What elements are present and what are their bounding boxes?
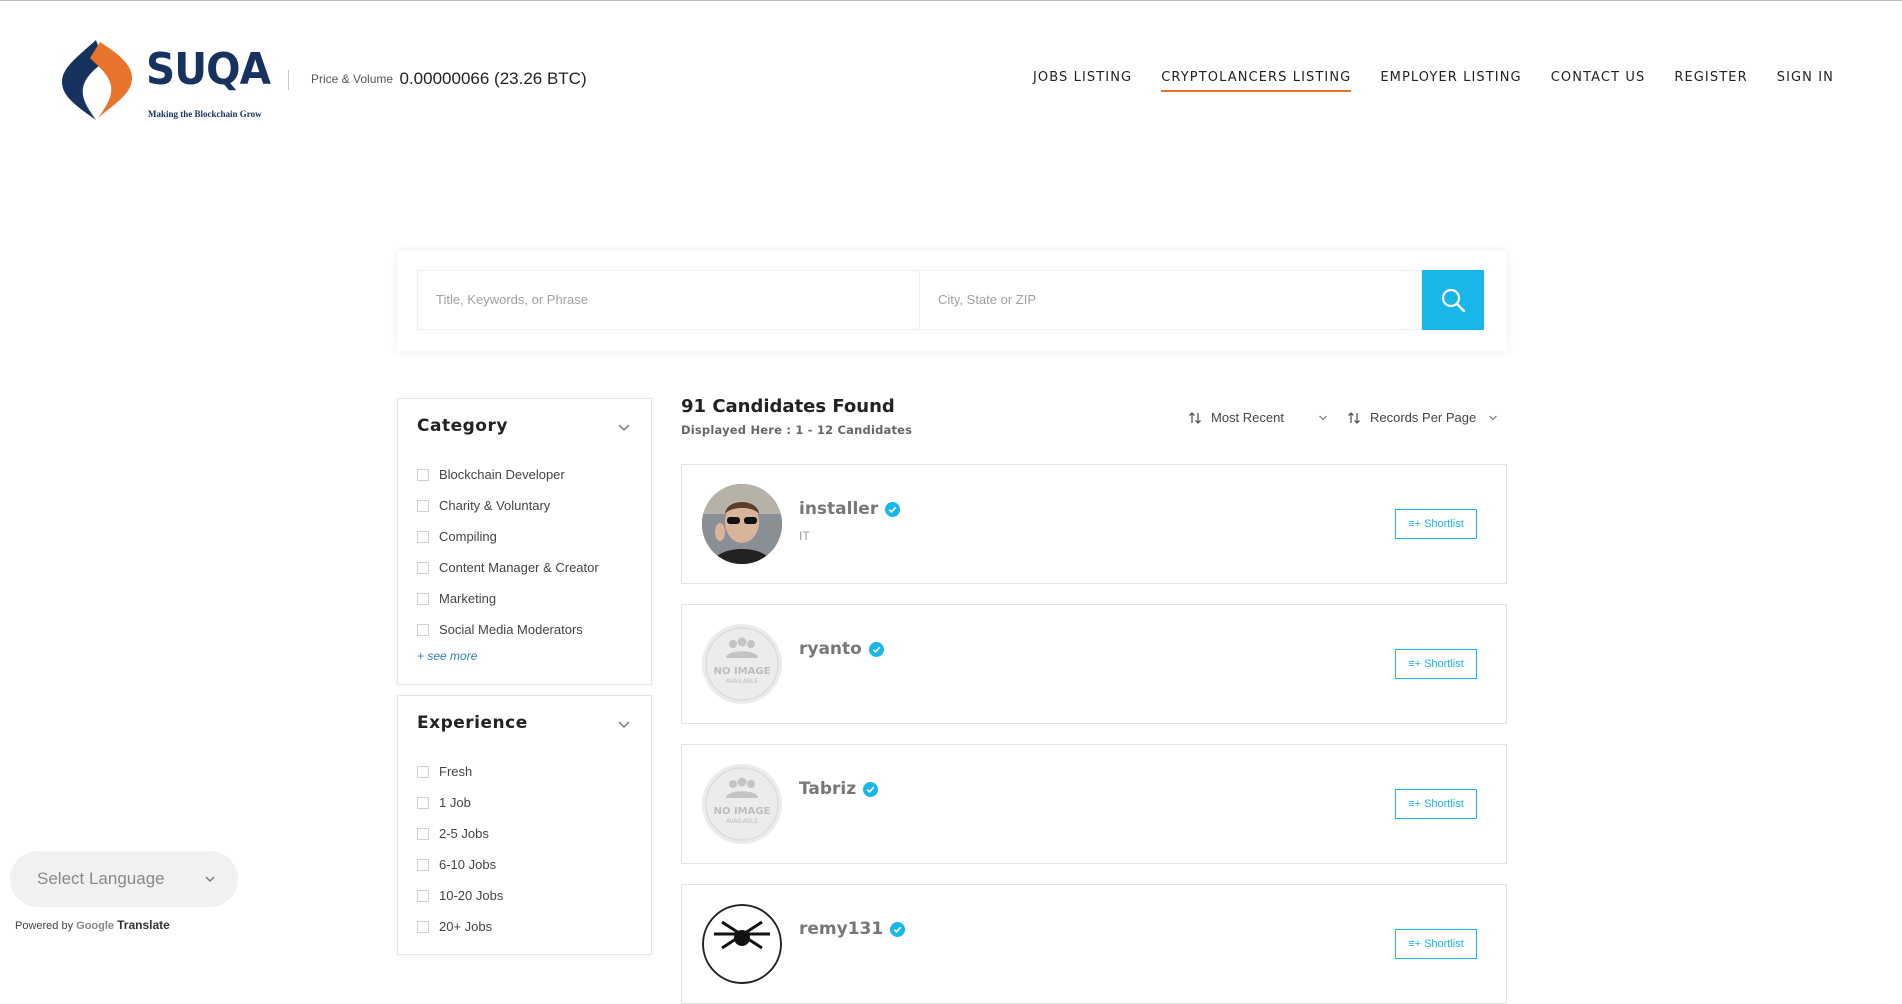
sort-icon	[1189, 411, 1201, 424]
chevron-down-icon	[205, 876, 215, 882]
no-image-subtext: AVAILABLE	[726, 818, 758, 825]
shortlist-button[interactable]: ≡+ Shortlist	[1395, 929, 1477, 959]
category-option[interactable]: Content Manager & Creator	[417, 552, 599, 583]
google-logo[interactable]: Google	[76, 920, 114, 932]
candidate-name[interactable]: Tabriz	[799, 779, 879, 799]
checkbox[interactable]	[417, 796, 429, 809]
shortlist-button[interactable]: ≡+ Shortlist	[1395, 509, 1477, 539]
checkbox[interactable]	[417, 920, 429, 933]
checkbox[interactable]	[417, 499, 429, 512]
category-title: Category	[417, 416, 508, 436]
language-select-label: Select Language	[37, 869, 165, 888]
checkbox[interactable]	[417, 468, 429, 481]
candidate-card: NO IMAGE AVAILABLE ryanto ≡+ Shortlist	[681, 604, 1507, 724]
candidate-name[interactable]: ryanto	[799, 639, 884, 659]
checkbox[interactable]	[417, 623, 429, 636]
experience-option[interactable]: 6-10 Jobs	[417, 849, 503, 880]
candidate-category: IT	[799, 529, 810, 543]
per-page-label: Records Per Page	[1370, 410, 1477, 425]
logo-wordmark: SUQA	[146, 44, 271, 95]
checkbox[interactable]	[417, 561, 429, 574]
checkbox[interactable]	[417, 889, 429, 902]
logo-mark-icon	[62, 40, 132, 120]
shortlist-button[interactable]: ≡+ Shortlist	[1395, 789, 1477, 819]
checkbox[interactable]	[417, 858, 429, 871]
search-box: Title, Keywords, or Phrase City, State o…	[397, 250, 1507, 351]
user-logo-icon	[702, 904, 782, 984]
nav-employer-listing[interactable]: EMPLOYER LISTING	[1380, 70, 1521, 92]
category-option[interactable]: Compiling	[417, 521, 599, 552]
candidate-card: installer IT ≡+ Shortlist	[681, 464, 1507, 584]
checkbox[interactable]	[417, 592, 429, 605]
price-label: Price & Volume	[311, 72, 394, 86]
experience-option[interactable]: 1 Job	[417, 787, 503, 818]
candidate-name[interactable]: remy131	[799, 919, 906, 939]
no-image-text: NO IMAGE	[714, 666, 771, 677]
candidate-card: remy131 ≡+ Shortlist	[681, 884, 1507, 1004]
experience-option[interactable]: 10-20 Jobs	[417, 880, 503, 911]
logo-tagline: Making the Blockchain Grow	[148, 109, 262, 119]
candidate-card: NO IMAGE AVAILABLE Tabriz ≡+ Shortlist	[681, 744, 1507, 864]
language-select[interactable]: Select Language	[10, 851, 238, 907]
category-option[interactable]: Charity & Voluntary	[417, 490, 599, 521]
google-translate-credit: Powered by Google Translate	[15, 918, 170, 932]
see-more-link[interactable]: + see more	[417, 649, 477, 663]
no-image-icon: NO IMAGE AVAILABLE	[702, 764, 782, 844]
search-button[interactable]	[1422, 270, 1484, 330]
sort-dropdown[interactable]: Most Recent	[1188, 410, 1328, 425]
logo[interactable]: SUQA Making the Blockchain Grow	[56, 38, 271, 122]
experience-option[interactable]: 2-5 Jobs	[417, 818, 503, 849]
no-image-text: NO IMAGE	[714, 806, 771, 817]
category-option[interactable]: Social Media Moderators	[417, 614, 599, 645]
experience-title: Experience	[417, 713, 528, 733]
avatar[interactable]	[702, 484, 782, 564]
sort-icon	[1348, 411, 1360, 424]
nav-jobs-listing[interactable]: JOBS LISTING	[1033, 70, 1132, 92]
verified-badge-icon	[868, 641, 884, 657]
nav-contact-us[interactable]: CONTACT US	[1551, 70, 1646, 92]
shortlist-button[interactable]: ≡+ Shortlist	[1395, 649, 1477, 679]
price-volume: Price & Volume 0.00000066 (23.26 BTC)	[311, 69, 587, 89]
checkbox[interactable]	[417, 827, 429, 840]
experience-filter: Experience Fresh 1 Job 2-5 Jobs 6-10 Job…	[397, 695, 652, 955]
category-option[interactable]: Blockchain Developer	[417, 459, 599, 490]
search-icon	[1441, 288, 1466, 313]
results-count: 91 Candidates Found	[681, 396, 895, 417]
experience-option[interactable]: 20+ Jobs	[417, 911, 503, 942]
keyword-search-input[interactable]: Title, Keywords, or Phrase	[417, 270, 920, 330]
header-divider	[288, 70, 289, 90]
location-search-input[interactable]: City, State or ZIP	[919, 270, 1422, 330]
no-image-subtext: AVAILABLE	[726, 678, 758, 685]
top-border	[0, 0, 1902, 1]
avatar[interactable]: NO IMAGE AVAILABLE	[702, 764, 782, 844]
chevron-down-icon	[1319, 415, 1327, 420]
per-page-dropdown[interactable]: Records Per Page	[1347, 410, 1498, 425]
main-nav: JOBS LISTING CRYPTOLANCERS LISTING EMPLO…	[1033, 70, 1834, 92]
avatar[interactable]	[702, 904, 782, 984]
verified-badge-icon	[890, 921, 906, 937]
candidate-name[interactable]: installer	[799, 499, 901, 519]
avatar[interactable]: NO IMAGE AVAILABLE	[702, 624, 782, 704]
checkbox[interactable]	[417, 765, 429, 778]
verified-badge-icon	[863, 781, 879, 797]
price-value: 0.00000066 (23.26 BTC)	[399, 69, 587, 88]
category-filter: Category Blockchain Developer Charity & …	[397, 398, 652, 685]
nav-cryptolancers-listing[interactable]: CRYPTOLANCERS LISTING	[1161, 70, 1352, 92]
verified-badge-icon	[885, 501, 901, 517]
chevron-down-icon	[1489, 415, 1498, 420]
chevron-down-icon[interactable]	[617, 421, 631, 435]
sort-label: Most Recent	[1211, 410, 1284, 425]
results-range: Displayed Here : 1 - 12 Candidates	[681, 423, 913, 437]
nav-sign-in[interactable]: SIGN IN	[1777, 70, 1834, 92]
category-option[interactable]: Marketing	[417, 583, 599, 614]
experience-option[interactable]: Fresh	[417, 756, 503, 787]
nav-register[interactable]: REGISTER	[1674, 70, 1747, 92]
chevron-down-icon[interactable]	[617, 718, 631, 732]
no-image-icon: NO IMAGE AVAILABLE	[702, 624, 782, 704]
checkbox[interactable]	[417, 530, 429, 543]
user-photo-icon	[702, 484, 782, 564]
